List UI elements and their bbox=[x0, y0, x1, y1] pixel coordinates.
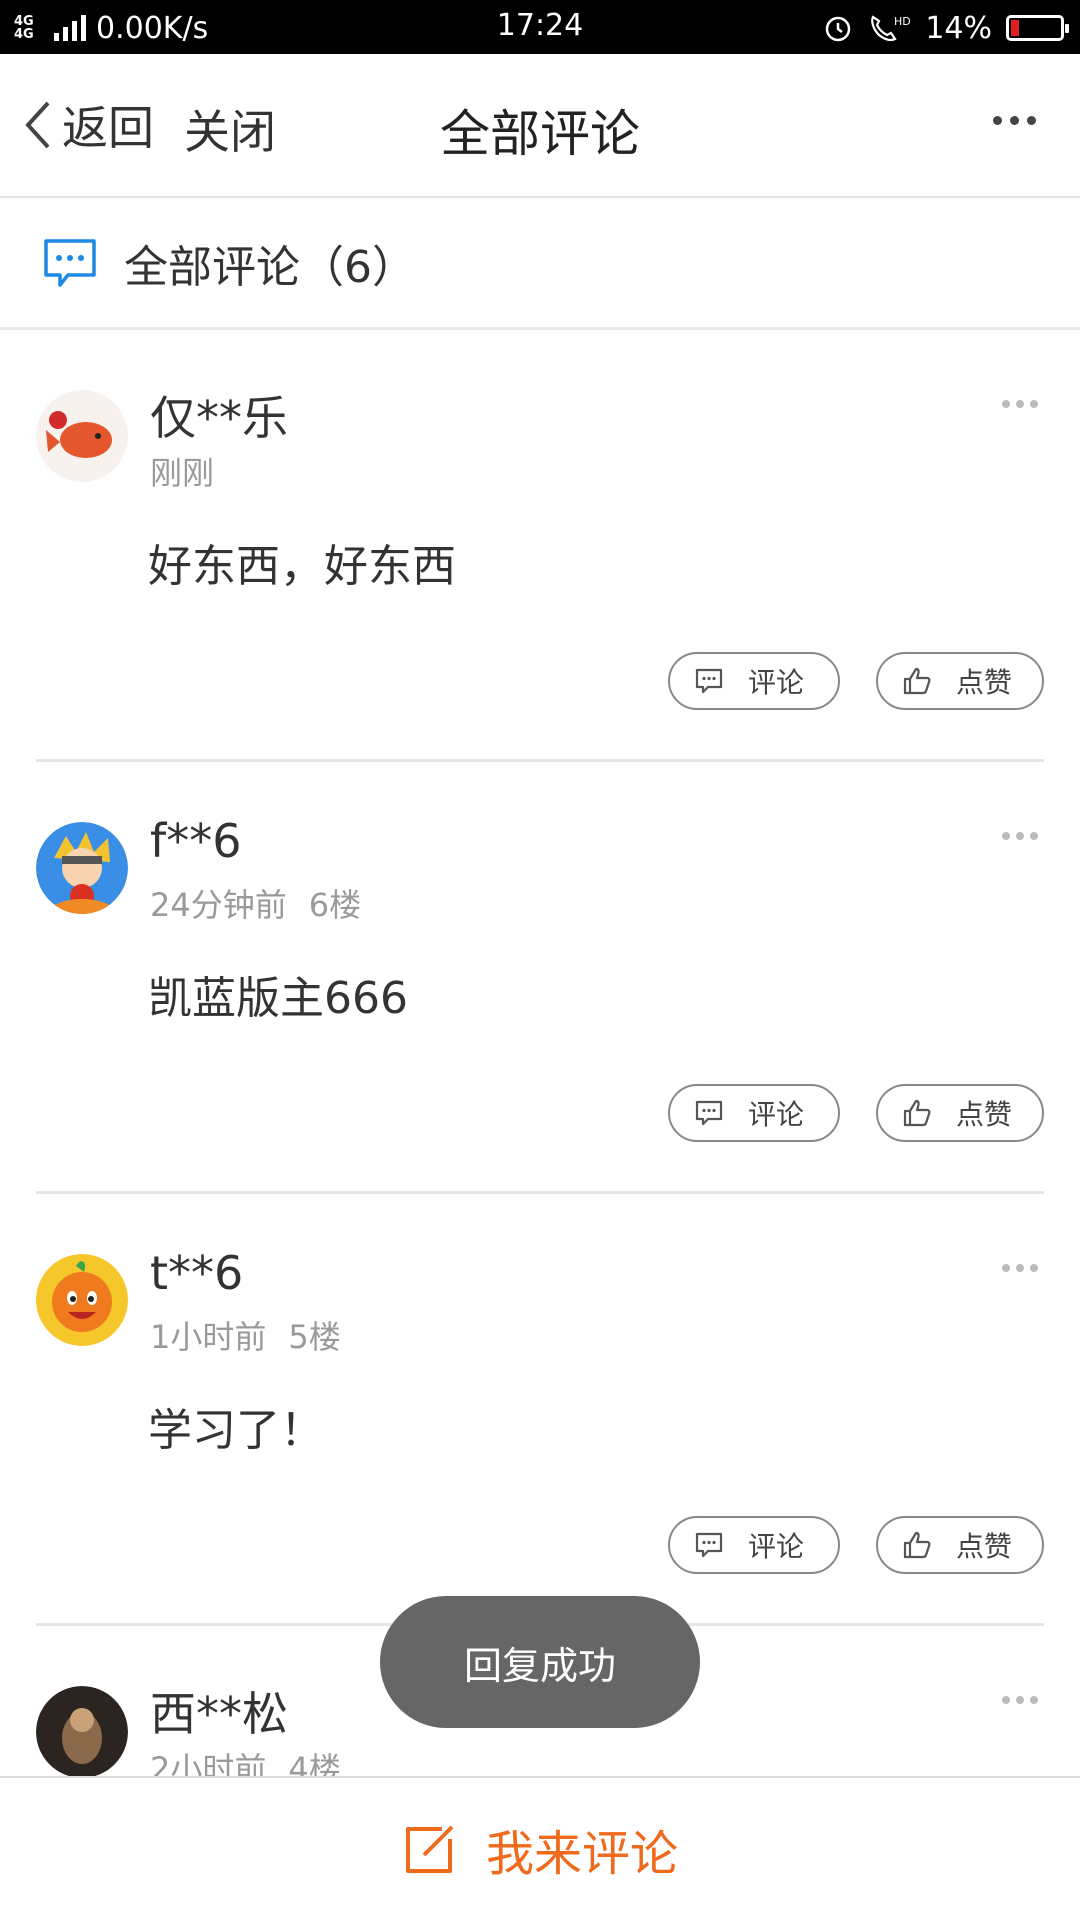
reply-label: 评论 bbox=[748, 1530, 805, 1563]
phone-icon: HD bbox=[871, 15, 911, 42]
comment-body: 好东西，好东西 bbox=[148, 541, 456, 592]
thumbs-up-icon bbox=[903, 667, 931, 695]
comment-more-icon[interactable] bbox=[1002, 1264, 1038, 1272]
like-label: 点赞 bbox=[956, 666, 1013, 699]
page-title: 全部评论 bbox=[440, 105, 640, 163]
comment-body: 凯蓝版主666 bbox=[148, 973, 408, 1024]
comment-body: 学习了！ bbox=[148, 1405, 324, 1456]
comment-meta: 24分钟前 6楼 bbox=[150, 880, 361, 926]
comment-more-icon[interactable] bbox=[1002, 1696, 1038, 1704]
reply-button[interactable]: 评论 bbox=[668, 1516, 840, 1574]
comment-author[interactable]: 仅**乐 bbox=[150, 382, 288, 448]
comment-author[interactable]: t**6 bbox=[150, 1246, 243, 1300]
reply-icon bbox=[695, 1100, 723, 1126]
comment-item: f**6 24分钟前 6楼 凯蓝版主666 评论 点赞 bbox=[0, 762, 1080, 1194]
avatar[interactable] bbox=[36, 390, 128, 482]
battery-percent: 14% bbox=[925, 10, 992, 46]
hd-label: HD bbox=[894, 15, 911, 28]
reply-label: 评论 bbox=[748, 1098, 805, 1131]
avatar[interactable] bbox=[36, 1254, 128, 1346]
comment-author[interactable]: 西**松 bbox=[150, 1678, 288, 1744]
like-label: 点赞 bbox=[956, 1098, 1013, 1131]
write-comment-button[interactable]: 我来评论 bbox=[0, 1776, 1080, 1920]
comment-floor: 6楼 bbox=[308, 886, 362, 924]
reply-button[interactable]: 评论 bbox=[668, 1084, 840, 1142]
battery-icon bbox=[1006, 15, 1069, 41]
comment-more-icon[interactable] bbox=[1002, 832, 1038, 840]
thumbs-up-icon bbox=[903, 1531, 931, 1559]
reply-icon bbox=[695, 668, 723, 694]
comment-time: 刚刚 bbox=[150, 454, 215, 492]
comment-meta: 1小时前 5楼 bbox=[150, 1312, 341, 1358]
comment-more-icon[interactable] bbox=[1002, 400, 1038, 408]
like-label: 点赞 bbox=[956, 1530, 1013, 1563]
like-button[interactable]: 点赞 bbox=[876, 652, 1044, 710]
comment-item: t**6 1小时前 5楼 学习了！ 评论 点赞 bbox=[0, 1194, 1080, 1626]
comment-meta: 刚刚 bbox=[150, 448, 214, 494]
comment-author[interactable]: f**6 bbox=[150, 814, 241, 868]
like-button[interactable]: 点赞 bbox=[876, 1516, 1044, 1574]
comment-floor: 5楼 bbox=[288, 1318, 341, 1356]
status-bar: 4G 4G 0.00K/s 17:24 HD 14% bbox=[0, 0, 1080, 54]
reply-label: 评论 bbox=[748, 666, 805, 699]
status-right: HD 14% bbox=[823, 8, 1069, 48]
reply-icon bbox=[695, 1532, 723, 1558]
avatar[interactable] bbox=[36, 1686, 128, 1776]
write-comment-label: 我来评论 bbox=[485, 1826, 678, 1882]
edit-icon bbox=[405, 1825, 454, 1873]
comment-time: 1小时前 bbox=[150, 1318, 267, 1356]
comment-time: 24分钟前 bbox=[150, 886, 287, 924]
like-button[interactable]: 点赞 bbox=[876, 1084, 1044, 1142]
alarm-icon bbox=[826, 16, 851, 42]
comment-actions: 评论 点赞 bbox=[668, 1084, 1044, 1142]
comment-bubble-icon bbox=[44, 238, 96, 287]
avatar[interactable] bbox=[36, 822, 128, 914]
comment-actions: 评论 点赞 bbox=[668, 1516, 1044, 1574]
comments-count-label: 全部评论（6） bbox=[124, 241, 416, 293]
comment-actions: 评论 点赞 bbox=[668, 652, 1044, 710]
comment-floor: 4楼 bbox=[288, 1750, 341, 1776]
comment-meta: 2小时前 4楼 bbox=[150, 1744, 341, 1776]
thumbs-up-icon bbox=[903, 1099, 931, 1127]
nav-bar: 返回 关闭 全部评论 bbox=[0, 54, 1080, 198]
more-icon[interactable] bbox=[993, 116, 1036, 125]
reply-button[interactable]: 评论 bbox=[668, 652, 840, 710]
comment-item: 仅**乐 刚刚 好东西，好东西 评论 点赞 bbox=[0, 330, 1080, 762]
comment-time: 2小时前 bbox=[150, 1750, 267, 1776]
toast-message: 回复成功 bbox=[380, 1596, 700, 1728]
comments-header: 全部评论（6） bbox=[0, 198, 1080, 330]
